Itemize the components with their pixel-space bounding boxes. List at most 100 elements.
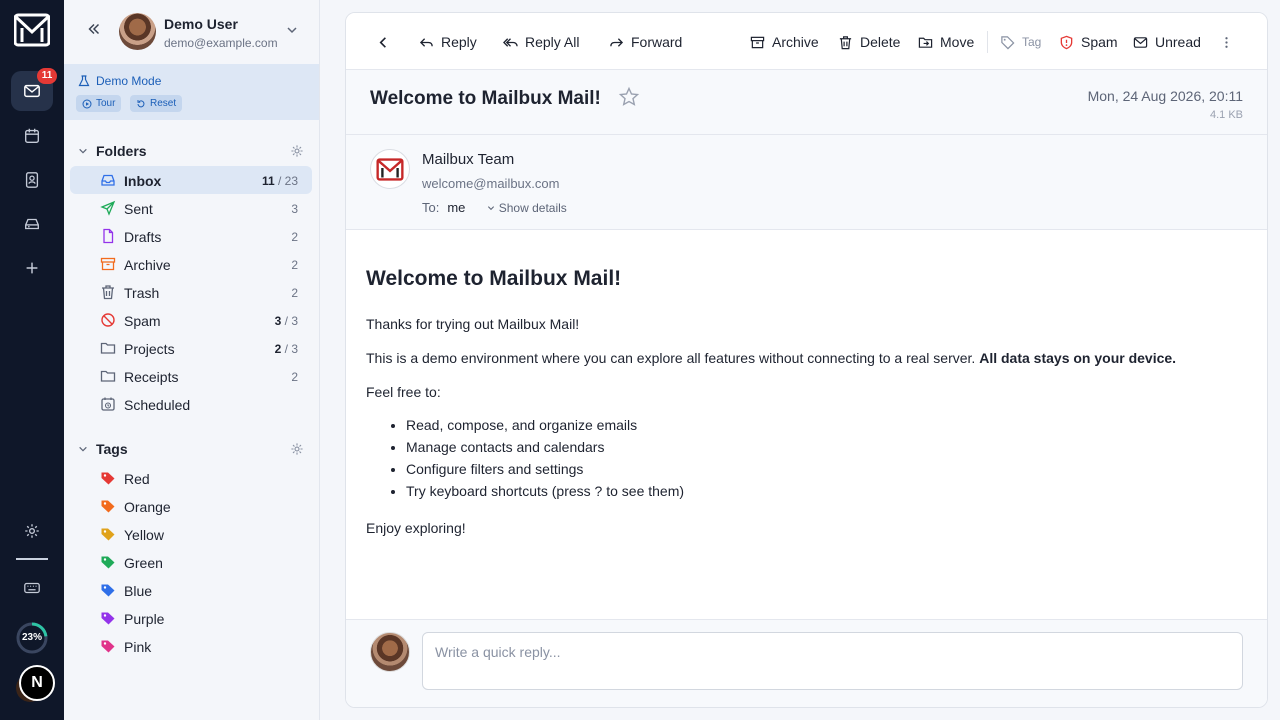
folder-count: 3 / 3 [274,314,298,328]
flask-icon [78,75,90,87]
folders-section-toggle[interactable]: Folders [78,143,147,159]
more-options-button[interactable] [1219,32,1234,52]
folder-scheduled[interactable]: Scheduled [70,390,312,418]
folder-trash[interactable]: Trash 2 [70,278,312,306]
user-name: Demo User [164,16,238,32]
file-icon [103,228,114,244]
reply-label: Reply [441,34,477,50]
unread-badge: 11 [37,68,57,84]
reply-avatar [370,632,410,672]
user-email: demo@example.com [164,36,278,50]
drive-icon [25,218,39,230]
folder-name: Trash [124,285,160,301]
tag-green[interactable]: Green [70,548,312,576]
unread-label: Unread [1155,34,1201,50]
tag-button[interactable]: Tag [1000,32,1041,52]
message-header: Welcome to Mailbux Mail! Mon, 24 Aug 202… [346,70,1267,135]
tag-name: Orange [124,499,171,515]
more-vertical-icon [1225,36,1228,48]
sender-email[interactable]: welcome@mailbux.com [422,176,559,191]
folder-inbox[interactable]: Inbox 11 / 23 [70,166,312,194]
folder-archive[interactable]: Archive 2 [70,250,312,278]
folder-sidebar: Demo User demo@example.com Demo Mode Tou… [64,0,320,720]
reset-icon [137,99,145,107]
forward-label: Forward [631,34,683,50]
ban-icon [101,313,115,327]
app-rail: 11 23% N [0,0,64,720]
play-circle-icon [82,99,92,108]
archive-button[interactable]: Archive [750,32,819,52]
tag-label: Tag [1022,35,1042,49]
move-button[interactable]: Move [918,32,974,52]
tag-icon [101,556,115,569]
quick-reply-input[interactable] [422,632,1243,690]
rail-settings-button[interactable] [11,511,53,551]
rail-storage-button[interactable] [11,204,53,244]
folder-drafts[interactable]: Drafts 2 [70,222,312,250]
folder-name: Sent [124,201,153,217]
tag-purple[interactable]: Purple [70,604,312,632]
folder-count: 2 [291,370,298,384]
folder-sent[interactable]: Sent 3 [70,194,312,222]
tag-blue[interactable]: Blue [70,576,312,604]
folder-move-icon [918,37,933,48]
chevron-down-icon [79,148,87,154]
reply-all-button[interactable]: Reply All [503,32,579,52]
body-paragraph: Feel free to: [366,384,441,400]
mail-icon [1133,36,1148,48]
folders-settings-gear-icon[interactable] [290,144,304,158]
toolbar-divider [987,31,988,53]
folder-name: Inbox [124,173,162,189]
rail-contacts-button[interactable] [11,160,53,200]
message-size: 4.1 KB [1209,109,1243,121]
body-paragraph: Enjoy exploring! [366,520,466,536]
star-icon[interactable] [618,86,640,108]
profile-initial-badge[interactable]: N [19,665,55,701]
collapse-sidebar-button[interactable] [82,20,106,44]
folder-spam[interactable]: Spam 3 / 3 [70,306,312,334]
folder-receipts[interactable]: Receipts 2 [70,362,312,390]
move-label: Move [940,34,975,50]
tag-pink[interactable]: Pink [70,632,312,660]
reset-button[interactable]: Reset [130,95,183,112]
delete-button[interactable]: Delete [838,32,900,52]
tags-section-toggle[interactable]: Tags [78,441,128,457]
forward-button[interactable]: Forward [609,32,682,52]
reset-label: Reset [150,98,177,109]
archive-icon [100,257,116,271]
rail-keyboard-button[interactable] [11,568,53,608]
tags-settings-gear-icon[interactable] [290,442,304,456]
inbox-icon [101,174,115,186]
rail-calendar-button[interactable] [11,116,53,156]
reply-button[interactable]: Reply [419,32,477,52]
body-list: Read, compose, and organize emails Manag… [406,414,1247,502]
folder-name: Receipts [124,369,179,385]
sender-logo [370,149,410,189]
mailbux-logo[interactable] [14,12,50,48]
tag-orange[interactable]: Orange [70,492,312,520]
spam-label: Spam [1081,34,1118,50]
sender-name[interactable]: Mailbux Team [422,151,514,168]
back-button[interactable] [376,32,391,52]
folders-heading: Folders [96,143,147,159]
tag-red[interactable]: Red [70,464,312,492]
show-details-toggle[interactable]: Show details [487,201,567,215]
rail-mail-button[interactable]: 11 [11,68,57,111]
message-body: Welcome to Mailbux Mail! Thanks for tryi… [346,231,1267,604]
folder-projects[interactable]: Projects 2 / 3 [70,334,312,362]
tag-yellow[interactable]: Yellow [70,520,312,548]
rail-add-button[interactable] [11,248,53,288]
tour-button[interactable]: Tour [76,95,122,112]
message-panel: Reply Reply All Forward Archive Delete M… [345,12,1268,708]
mark-unread-button[interactable]: Unread [1133,32,1201,52]
spam-button[interactable]: Spam [1059,32,1118,52]
tag-icon [101,528,115,541]
chevron-down-icon[interactable] [286,24,298,36]
folder-count: 2 [291,286,298,300]
tag-icon [101,472,115,485]
user-avatar[interactable] [119,13,156,50]
chevron-left-icon [379,36,386,48]
shield-alert-icon [1060,35,1073,49]
sender-info: Mailbux Team welcome@mailbux.com To: me … [346,135,1267,230]
folder-name: Projects [124,341,175,357]
